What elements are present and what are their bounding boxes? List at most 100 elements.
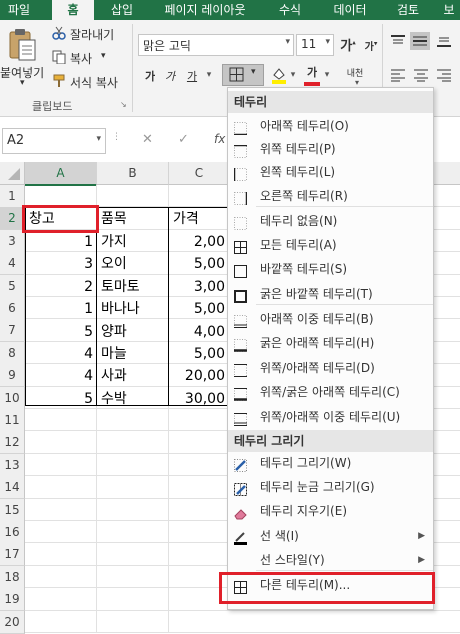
row-header-19[interactable]: 19: [0, 588, 25, 612]
cancel-icon[interactable]: ✕: [142, 132, 153, 147]
align-right-icon[interactable]: [436, 68, 452, 82]
menu-item-thick-outside-borders[interactable]: 굵은 바깥쪽 테두리(T): [228, 282, 433, 306]
menu-item-eraser[interactable]: 테두리 지우기(E): [228, 499, 433, 523]
row-header-7[interactable]: 7: [0, 319, 25, 343]
menu-item-all-borders[interactable]: 모든 테두리(A): [228, 233, 433, 257]
menu-item-top-border[interactable]: 위쪽 테두리(P): [228, 137, 433, 161]
font-color-chevron-icon[interactable]: ▾: [322, 70, 332, 80]
cell-b10[interactable]: 수박: [99, 388, 167, 410]
cell-b3[interactable]: 가지: [99, 231, 167, 253]
row-header-13[interactable]: 13: [0, 453, 25, 477]
tab-data[interactable]: 데이터: [322, 0, 378, 20]
chevron-down-icon[interactable]: ▾: [20, 78, 25, 88]
menu-item-thick-bottom-border[interactable]: 굵은 아래쪽 테두리(H): [228, 331, 433, 355]
tab-page-layout[interactable]: 페이지 레이아웃: [150, 0, 260, 20]
insert-function-icon[interactable]: fx: [214, 132, 225, 146]
align-bottom-icon[interactable]: [436, 34, 452, 48]
cell-c8[interactable]: 5,00: [171, 343, 227, 365]
dialog-launcher-icon[interactable]: ↘: [120, 100, 127, 109]
font-size-combo[interactable]: 11 ▾: [296, 34, 334, 56]
tab-review[interactable]: 검토: [386, 0, 430, 20]
menu-item-left-border[interactable]: 왼쪽 테두리(L): [228, 160, 433, 184]
row-header-12[interactable]: 12: [0, 431, 25, 455]
row-header-3[interactable]: 3: [0, 229, 25, 253]
cell-a3[interactable]: 1: [27, 231, 95, 253]
row-header-6[interactable]: 6: [0, 297, 25, 320]
align-top-icon[interactable]: [390, 34, 406, 48]
cell-a5[interactable]: 2: [27, 276, 95, 298]
column-header-c[interactable]: C: [169, 162, 230, 185]
italic-button[interactable]: 가: [163, 68, 177, 84]
menu-item-draw-border[interactable]: 테두리 그리기(W): [228, 451, 433, 475]
align-middle-icon[interactable]: [410, 32, 430, 50]
cut-button[interactable]: 잘라내기: [70, 26, 114, 43]
shrink-font-button[interactable]: 가▾: [364, 38, 378, 53]
name-box[interactable]: A2 ▾: [2, 128, 106, 154]
tab-file[interactable]: 파일: [0, 0, 38, 20]
cell-a6[interactable]: 1: [27, 298, 95, 320]
cell-a4[interactable]: 3: [27, 253, 95, 275]
row-header-10[interactable]: 10: [0, 386, 25, 410]
font-name-chevron-icon[interactable]: ▾: [285, 37, 290, 47]
menu-item-draw-border-grid[interactable]: 테두리 눈금 그리기(G): [228, 475, 433, 499]
row-header-9[interactable]: 9: [0, 364, 25, 388]
menu-item-top-thick-bottom-border[interactable]: 위쪽/굵은 아래쪽 테두리(C): [228, 380, 433, 404]
select-all-corner[interactable]: [0, 162, 25, 185]
menu-item-outside-borders[interactable]: 바깥쪽 테두리(S): [228, 257, 433, 281]
copy-chevron-icon[interactable]: ▾: [101, 51, 106, 61]
menu-item-top-double-bottom-border[interactable]: 위쪽/아래쪽 이중 테두리(U): [228, 405, 433, 429]
paste-button[interactable]: [6, 28, 38, 62]
cell-c9[interactable]: 20,00: [171, 365, 227, 387]
borders-chevron-icon[interactable]: ▾: [251, 67, 256, 77]
align-center-icon[interactable]: [413, 68, 429, 82]
cell-b8[interactable]: 마늘: [99, 343, 167, 365]
cell-c5[interactable]: 3,00: [171, 276, 227, 298]
cell-b7[interactable]: 양파: [99, 321, 167, 343]
tab-view-partial[interactable]: 보: [438, 0, 460, 20]
align-left-icon[interactable]: [390, 68, 406, 82]
row-header-8[interactable]: 8: [0, 341, 25, 365]
font-name-combo[interactable]: 맑은 고딕 ▾: [138, 34, 294, 56]
bold-button[interactable]: 가: [143, 68, 157, 84]
row-header-15[interactable]: 15: [0, 498, 25, 522]
format-painter-button[interactable]: 서식 복사: [70, 74, 118, 91]
row-header-11[interactable]: 11: [0, 409, 25, 432]
row-header-4[interactable]: 4: [0, 252, 25, 276]
cell-c6[interactable]: 5,00: [171, 298, 227, 320]
grow-font-button[interactable]: 가▴: [340, 35, 356, 54]
tab-insert[interactable]: 삽입: [100, 0, 144, 20]
phonetic-chevron-icon[interactable]: ▾: [352, 78, 362, 87]
cell-c3[interactable]: 2,00: [171, 231, 227, 253]
cell-c4[interactable]: 5,00: [171, 253, 227, 275]
row-header-5[interactable]: 5: [0, 274, 25, 298]
cell-c2[interactable]: 가격: [171, 208, 227, 230]
cell-a9[interactable]: 4: [27, 365, 95, 387]
cell-c10[interactable]: 30,00: [171, 388, 227, 410]
font-size-chevron-icon[interactable]: ▾: [325, 37, 330, 47]
cell-a8[interactable]: 4: [27, 343, 95, 365]
menu-item-top-bottom-border[interactable]: 위쪽/아래쪽 테두리(D): [228, 356, 433, 380]
cell-b6[interactable]: 바나나: [99, 298, 167, 320]
cell-b5[interactable]: 토마토: [99, 276, 167, 298]
row-header-16[interactable]: 16: [0, 521, 25, 544]
cell-b2[interactable]: 품목: [99, 208, 167, 230]
menu-item-line-style[interactable]: 선 스타일(Y) ▶: [228, 548, 433, 572]
row-header-20[interactable]: 20: [0, 610, 25, 634]
menu-item-right-border[interactable]: 오른쪽 테두리(R): [228, 184, 433, 208]
menu-item-line-color[interactable]: 선 색(I) ▶: [228, 524, 433, 548]
menu-item-bottom-border[interactable]: 아래쪽 테두리(O): [228, 114, 433, 138]
copy-button[interactable]: 복사: [70, 50, 92, 67]
tab-formulas[interactable]: 수식: [268, 0, 312, 20]
row-header-17[interactable]: 17: [0, 543, 25, 567]
cell-a7[interactable]: 5: [27, 321, 95, 343]
menu-item-no-border[interactable]: 테두리 없음(N): [228, 209, 433, 233]
enter-icon[interactable]: ✓: [178, 132, 189, 147]
menu-item-bottom-double-border[interactable]: 아래쪽 이중 테두리(B): [228, 307, 433, 331]
cell-b4[interactable]: 오이: [99, 253, 167, 275]
row-header-14[interactable]: 14: [0, 476, 25, 500]
cell-b9[interactable]: 사과: [99, 365, 167, 387]
cell-c7[interactable]: 4,00: [171, 321, 227, 343]
fill-color-chevron-icon[interactable]: ▾: [288, 70, 298, 80]
underline-button[interactable]: 가: [185, 68, 199, 84]
row-header-18[interactable]: 18: [0, 565, 25, 589]
